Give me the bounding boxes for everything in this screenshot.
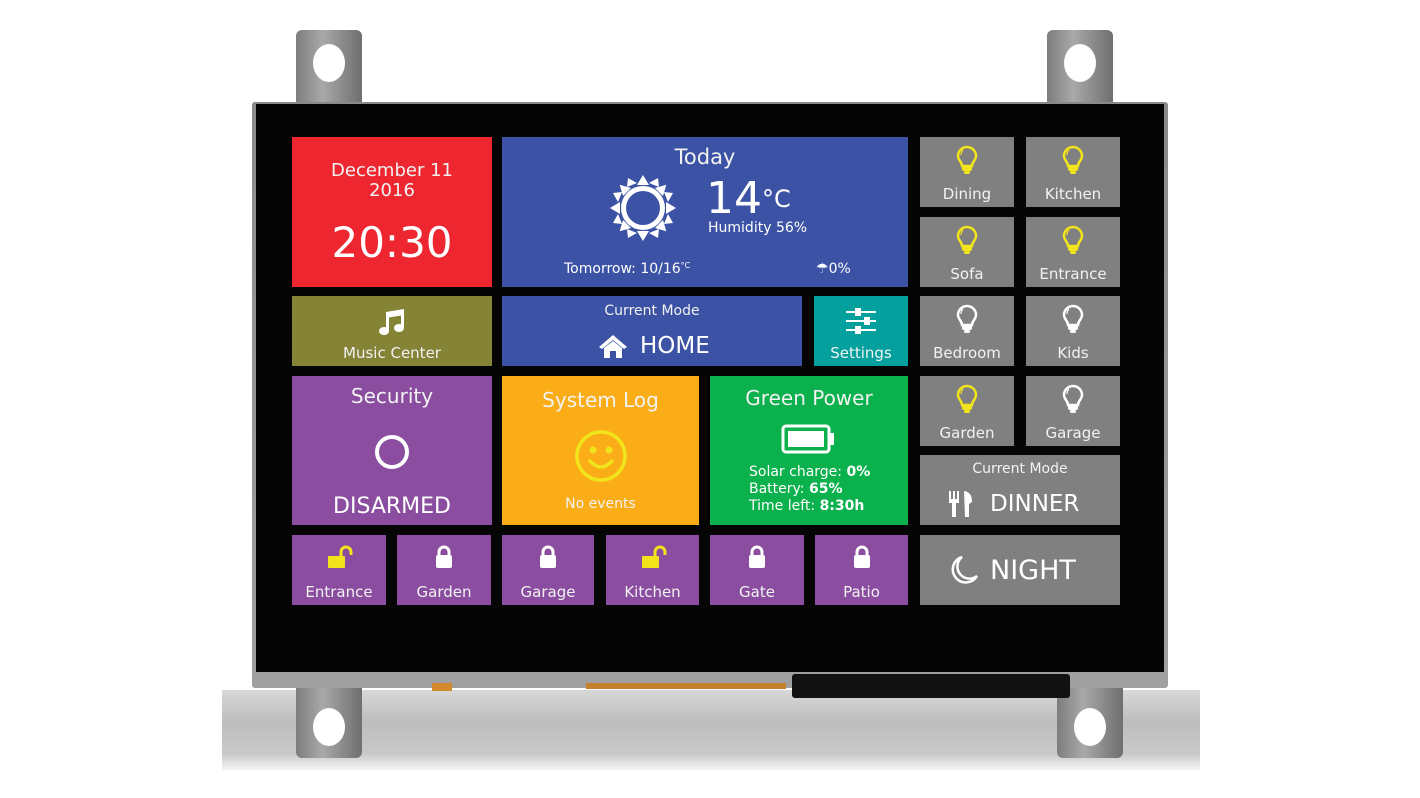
light-toggle-dining[interactable]: Dining [920,137,1014,207]
lock-toggle-entrance[interactable]: Entrance [292,535,386,605]
home-mode-value-row: HOME [598,332,710,360]
clock-time: 20:30 [331,218,453,267]
lock-toggle-garage[interactable]: Garage [502,535,594,605]
light-toggle-kids[interactable]: Kids [1026,296,1120,366]
flex-cable [432,683,452,691]
home-mode-caption: Current Mode [604,303,700,319]
dinner-mode-value: DINNER [990,491,1080,517]
dinner-mode-value-row: DINNER [948,489,1079,519]
lightbulb-icon [1062,225,1084,254]
music-center-button[interactable]: Music Center [292,296,492,366]
temperature-unit: °C [762,185,791,213]
locked-padlock-icon [540,545,556,568]
light-toggle-bedroom[interactable]: Bedroom [920,296,1014,366]
night-mode-value-row: NIGHT [948,553,1076,587]
music-note-icon [379,309,404,335]
sun-icon [610,175,676,241]
lightbulb-icon [956,145,978,174]
locked-padlock-icon [436,545,452,568]
light-label: Garden [939,424,995,442]
battery-percent: Battery: 65% [749,481,843,497]
battery-level-fill [788,431,824,447]
unlocked-padlock-icon [641,545,666,568]
lock-label: Entrance [305,583,373,601]
security-status: DISARMED [333,494,451,519]
mounting-tab-bottom-left [296,682,362,758]
weather-tile[interactable]: Today 14°C Humidity 56% Tomorrow: 10/16°… [502,137,908,287]
lightbulb-icon [1062,145,1084,174]
flex-cable [586,683,786,689]
music-center-label: Music Center [343,344,441,362]
locked-padlock-icon [749,545,765,568]
settings-button[interactable]: Settings [814,296,908,366]
light-toggle-garden[interactable]: Garden [920,376,1014,446]
security-tile[interactable]: Security DISARMED [292,376,492,525]
lock-label: Gate [739,583,775,601]
fork-knife-icon [949,491,972,517]
time-left: Time left: 8:30h [749,498,865,514]
light-label: Garage [1045,424,1101,442]
locked-padlock-icon [853,545,870,568]
umbrella-icon: ☂ [816,261,829,277]
light-label: Bedroom [933,344,1001,362]
dinner-mode-button[interactable]: Current Mode DINNER [920,455,1120,525]
home-icon [599,335,627,358]
lock-toggle-kitchen[interactable]: Kitchen [606,535,699,605]
light-toggle-kitchen[interactable]: Kitchen [1026,137,1120,207]
unlocked-padlock-icon [328,545,353,568]
lock-label: Garage [520,583,576,601]
lock-toggle-gate[interactable]: Gate [710,535,804,605]
moon-icon [951,555,979,584]
system-log-tile[interactable]: System Log No events [502,376,699,525]
date-line1: December 11 [331,160,453,181]
settings-sliders-icon [846,308,876,334]
light-label: Entrance [1039,265,1107,283]
battery-icon [781,424,834,454]
datetime-tile[interactable]: December 11 2016 20:30 [292,137,492,287]
smiley-icon [574,430,627,482]
light-toggle-garage[interactable]: Garage [1026,376,1120,446]
home-mode-button[interactable]: Current Mode HOME [502,296,802,366]
lightbulb-icon [1062,384,1084,413]
lock-label: Garden [416,583,472,601]
mounting-tab-top-right [1047,30,1113,110]
light-label: Kids [1057,344,1089,362]
light-label: Sofa [950,265,984,283]
green-power-title: Green Power [745,386,873,410]
weather-title: Today [674,145,736,169]
lightbulb-icon [956,225,978,254]
lightbulb-icon [956,384,978,413]
date-line2: 2016 [369,180,415,201]
system-log-status: No events [565,496,636,512]
settings-label: Settings [830,344,892,362]
light-label: Kitchen [1044,185,1102,203]
lock-toggle-patio[interactable]: Patio [815,535,908,605]
mounting-tab-top-left [296,30,362,110]
light-toggle-sofa[interactable]: Sofa [920,217,1014,287]
display-connector [792,674,1070,698]
green-power-tile[interactable]: Green Power Solar charge: 0% Battery: 65… [710,376,908,525]
lock-label: Patio [843,583,880,601]
green-power-stats: Solar charge: 0% Battery: 65% Time left:… [749,464,870,515]
security-title: Security [350,384,434,408]
night-mode-value: NIGHT [990,554,1076,586]
dinner-mode-caption: Current Mode [972,461,1068,477]
security-status-ring-icon [375,435,409,469]
lightbulb-icon [1062,304,1084,333]
humidity: Humidity 56% [708,220,808,236]
lock-label: Kitchen [624,583,681,601]
tomorrow-forecast: Tomorrow: 10/16°C [564,261,691,277]
solar-charge: Solar charge: 0% [749,464,871,480]
light-toggle-entrance[interactable]: Entrance [1026,217,1120,287]
light-label: Dining [942,185,992,203]
night-mode-button[interactable]: NIGHT [920,535,1120,605]
rain-chance: ☂0% [816,261,851,277]
home-mode-value: HOME [640,333,710,359]
device-shadow [222,690,1200,770]
system-log-title: System Log [542,388,659,412]
lightbulb-icon [956,304,978,333]
temperature-value: 14°C [706,173,791,224]
lock-toggle-garden[interactable]: Garden [397,535,491,605]
